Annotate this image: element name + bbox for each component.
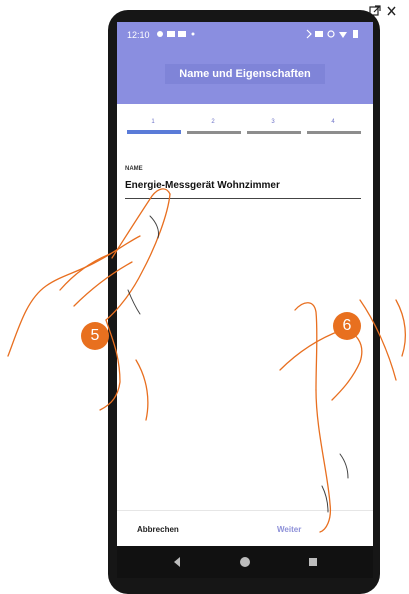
media-icon	[178, 31, 186, 37]
step-indicator	[127, 130, 181, 134]
close-icon[interactable]	[387, 6, 396, 16]
signal-icon	[315, 31, 323, 37]
status-bar: 12:10	[117, 22, 373, 50]
cancel-button[interactable]: Abbrechen	[137, 525, 179, 534]
step-2[interactable]: 2	[185, 119, 241, 139]
status-right-icons	[303, 28, 365, 42]
page-title: Name und Eigenschaften	[165, 64, 325, 84]
app-header: 12:10 Name und Eigenschaften	[117, 22, 373, 104]
data-icon	[327, 30, 335, 38]
home-icon[interactable]	[235, 552, 255, 572]
bluetooth-icon	[306, 29, 312, 39]
step-number: 1	[151, 119, 155, 125]
step-number: 3	[271, 119, 275, 125]
next-button[interactable]: Weiter	[277, 525, 301, 534]
name-input[interactable]: Energie-Messgerät Wohnzimmer	[125, 180, 280, 191]
recents-icon[interactable]	[303, 552, 323, 572]
battery-icon	[353, 30, 358, 38]
step-number: 4	[331, 119, 335, 125]
step-indicator	[187, 131, 241, 134]
back-icon[interactable]	[167, 552, 187, 572]
step-number: 2	[211, 119, 215, 125]
step-4[interactable]: 4	[305, 119, 361, 139]
wifi-icon	[339, 32, 347, 38]
name-field-label: NAME	[125, 166, 143, 172]
step-indicator	[247, 131, 301, 134]
android-nav-bar	[117, 546, 373, 578]
phone-screen: 12:10 Name und Eigenschaften 1 2 3 4 NAM…	[117, 22, 373, 578]
name-input-underline	[125, 198, 361, 199]
status-left-icons	[155, 28, 199, 42]
annotation-badge-6: 6	[333, 312, 361, 340]
action-bar: Abbrechen Weiter	[117, 510, 373, 547]
step-1[interactable]: 1	[125, 119, 181, 139]
fan-icon	[157, 31, 163, 37]
step-indicator	[307, 131, 361, 134]
status-time: 12:10	[127, 30, 150, 40]
step-3[interactable]: 3	[245, 119, 301, 139]
stepper: 1 2 3 4	[125, 119, 365, 139]
dot-icon	[191, 32, 195, 36]
media-icon	[167, 31, 175, 37]
annotation-badge-5: 5	[81, 322, 109, 350]
